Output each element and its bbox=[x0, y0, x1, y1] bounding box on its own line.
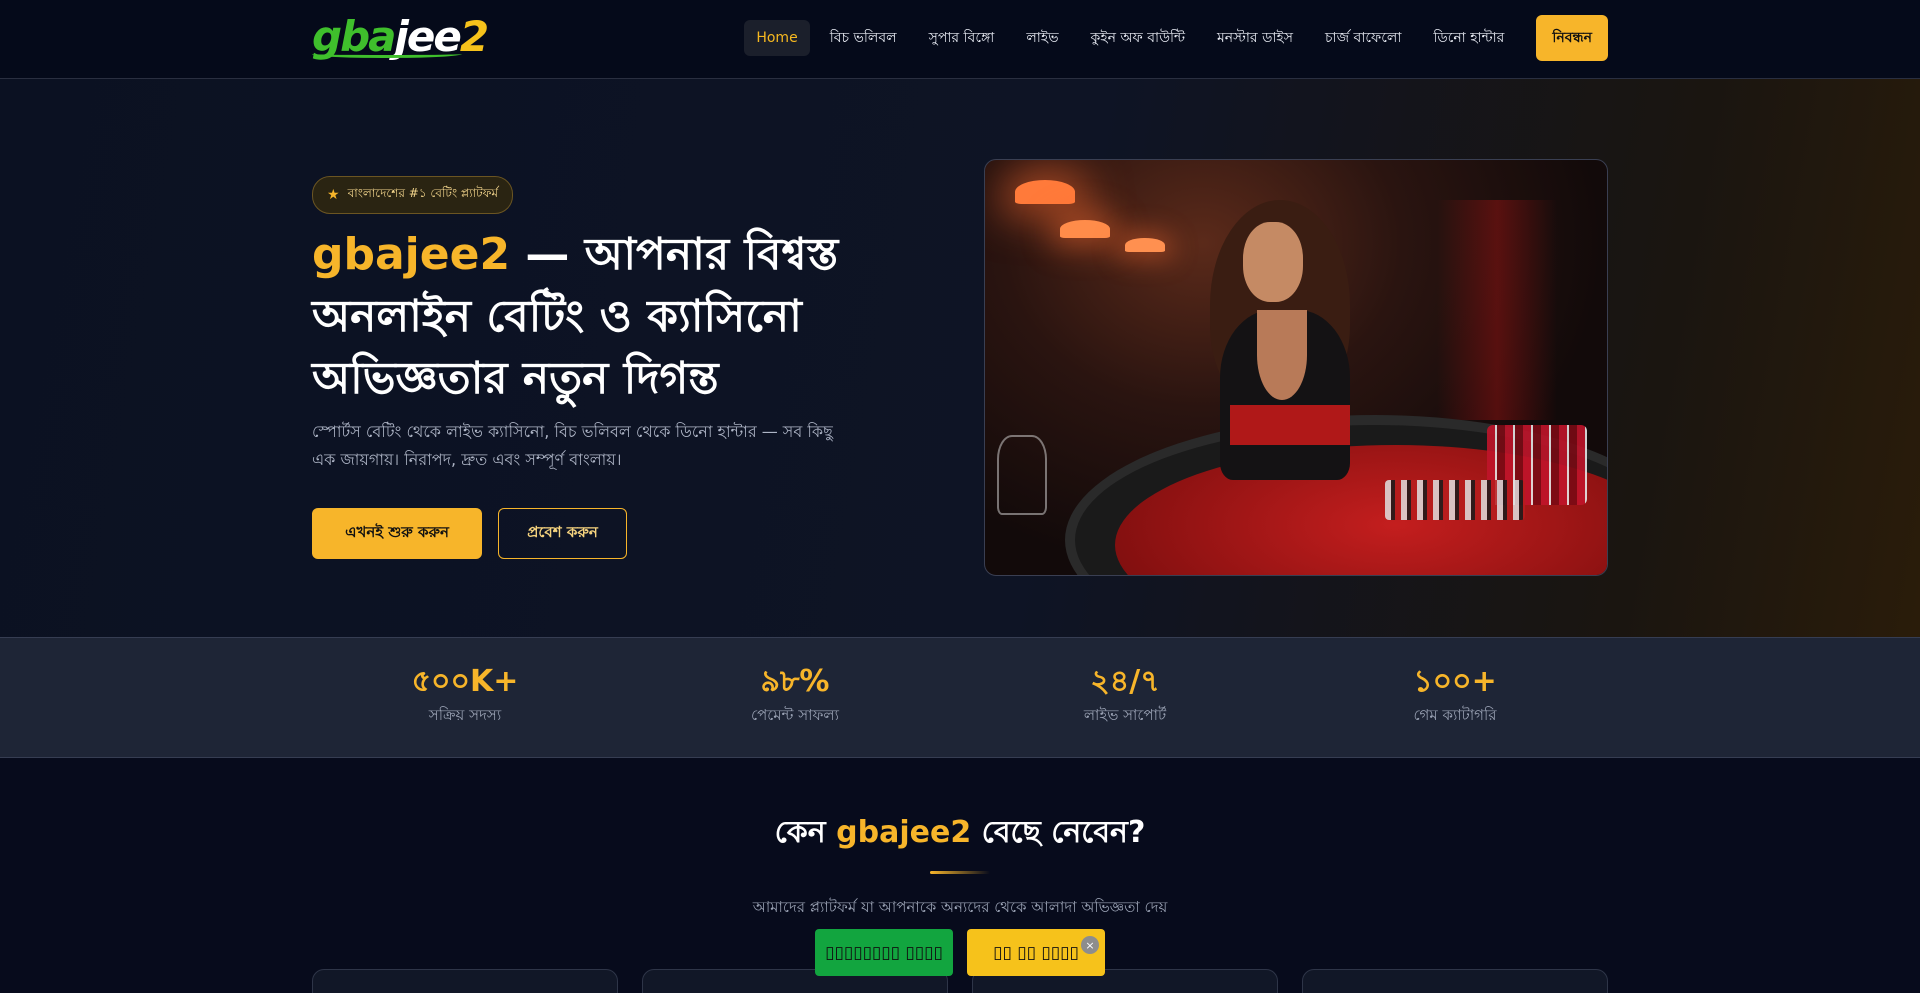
image-dealer-belt bbox=[1230, 405, 1350, 445]
stats-bar: ৫০০K+ সক্রিয় সদস্য ৯৮% পেমেন্ট সাফল্য ২… bbox=[0, 637, 1920, 758]
image-dealer-neck bbox=[1257, 310, 1307, 400]
nav-item-beach-volleyball[interactable]: বিচ ভলিবল bbox=[818, 16, 909, 60]
stat-game-categories: ১০০+ গেম ক্যাটাগরি bbox=[1345, 662, 1565, 729]
image-lamp bbox=[1060, 220, 1110, 238]
stat-label: গেম ক্যাটাগরি bbox=[1413, 706, 1497, 724]
stat-value: ৯৮% bbox=[760, 664, 830, 699]
image-chip-stack bbox=[1385, 480, 1525, 520]
hero-casino-image bbox=[984, 159, 1608, 576]
nav-item-live[interactable]: লাইভ bbox=[1014, 16, 1070, 60]
stat-active-members: ৫০০K+ সক্রিয় সদস্য bbox=[355, 662, 575, 729]
nav-item-super-bingo[interactable]: সুপার বিঙ্গো bbox=[917, 16, 1007, 60]
section-divider bbox=[930, 871, 990, 874]
stat-value: ২৪/৭ bbox=[1090, 664, 1160, 699]
hero-title: gbajee2 — আপনার বিশ্বস্ত অনলাইন বেটিং ও … bbox=[312, 224, 872, 410]
site-header: gbajee2 Home বিচ ভলিবল সুপার বিঙ্গো লাইভ… bbox=[0, 0, 1920, 79]
badge-text: বাংলাদেশের #১ বেটিং প্ল্যাটফর্ম bbox=[347, 186, 499, 200]
stat-payment-success: ৯৮% পেমেন্ট সাফল্য bbox=[685, 662, 905, 729]
register-button[interactable]: নিবন্ধন bbox=[1536, 15, 1608, 61]
close-icon[interactable]: × bbox=[1081, 936, 1099, 954]
hero-section bbox=[0, 79, 1920, 637]
feature-card[interactable] bbox=[312, 969, 618, 993]
why-title-prefix: কেন bbox=[774, 815, 826, 850]
nav-item-dino-hunter[interactable]: ডিনো হান্টার bbox=[1421, 16, 1516, 60]
nav-item-queen-of-bounty[interactable]: কুইন অফ বাউন্টি bbox=[1079, 16, 1197, 60]
stat-value: ৫০০K+ bbox=[411, 664, 519, 699]
image-red-lights bbox=[1437, 200, 1557, 420]
platform-badge: ★ বাংলাদেশের #১ বেটিং প্ল্যাটফর্ম bbox=[312, 176, 514, 214]
why-title-brand: gbajee2 bbox=[836, 815, 972, 850]
image-dealer-face bbox=[1243, 222, 1303, 302]
stat-live-support: ২৪/৭ লাইভ সাপোর্ট bbox=[1015, 662, 1235, 729]
stat-label: সক্রিয় সদস্য bbox=[428, 706, 502, 724]
floating-green-button[interactable]: ▯▯▯▯▯▯▯▯ ▯▯▯▯ bbox=[815, 929, 953, 976]
image-lamp bbox=[1015, 180, 1075, 204]
main-nav: Home বিচ ভলিবল সুপার বিঙ্গো লাইভ কুইন অফ… bbox=[744, 15, 1608, 61]
nav-item-charge-buffalo[interactable]: চার্জ বাফেলো bbox=[1313, 16, 1413, 60]
why-title-suffix: বেছে নেবেন? bbox=[981, 815, 1146, 850]
feature-card[interactable] bbox=[1302, 969, 1608, 993]
login-button[interactable]: প্রবেশ করুন bbox=[498, 508, 627, 559]
logo-part-2: 2 bbox=[459, 12, 489, 61]
start-now-button[interactable]: এখনই শুরু করুন bbox=[312, 508, 482, 559]
nav-item-home[interactable]: Home bbox=[744, 20, 810, 56]
image-glass bbox=[997, 435, 1047, 515]
why-section-title: কেন gbajee2 বেছে নেবেন? bbox=[0, 808, 1920, 859]
hero-subtitle: স্পোর্টস বেটিং থেকে লাইভ ক্যাসিনো, বিচ ভ… bbox=[312, 422, 833, 469]
stat-value: ১০০+ bbox=[1413, 664, 1497, 699]
nav-item-monster-dice[interactable]: মনস্টার ডাইস bbox=[1205, 16, 1305, 60]
why-section-subtitle: আমাদের প্ল্যাটফর্ম যা আপনাকে অন্যদের থেক… bbox=[752, 898, 1168, 916]
stat-label: লাইভ সাপোর্ট bbox=[1083, 706, 1167, 724]
star-icon: ★ bbox=[327, 187, 340, 203]
image-lamp bbox=[1125, 238, 1165, 252]
hero-title-brand: gbajee2 bbox=[312, 229, 511, 280]
stat-label: পেমেন্ট সাফল্য bbox=[751, 706, 839, 724]
